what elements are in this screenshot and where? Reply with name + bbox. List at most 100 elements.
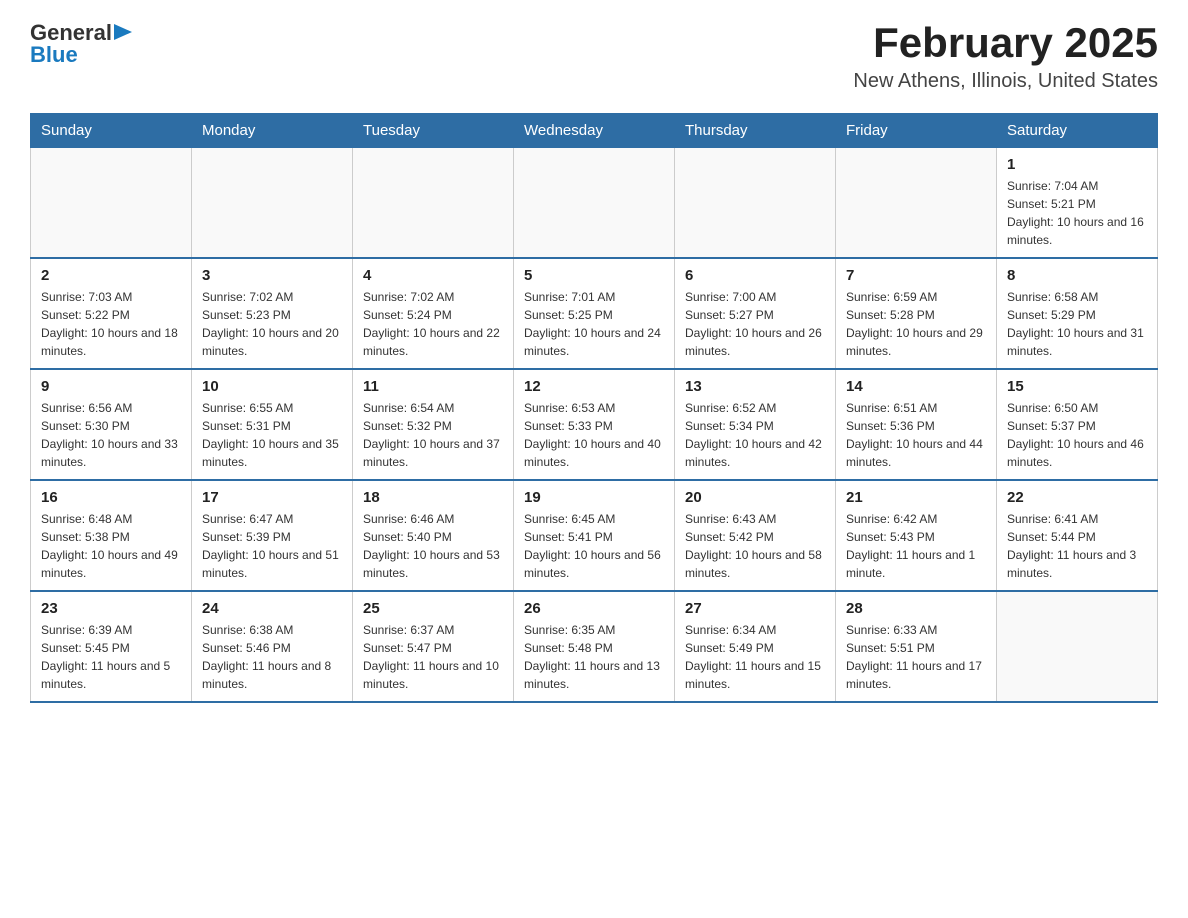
day-info: Sunrise: 6:42 AMSunset: 5:43 PMDaylight:… [846, 512, 975, 580]
calendar-cell: 24 Sunrise: 6:38 AMSunset: 5:46 PMDayligh… [192, 591, 353, 702]
day-info: Sunrise: 6:52 AMSunset: 5:34 PMDaylight:… [685, 401, 822, 469]
day-info: Sunrise: 7:02 AMSunset: 5:23 PMDaylight:… [202, 290, 339, 358]
day-info: Sunrise: 6:54 AMSunset: 5:32 PMDaylight:… [363, 401, 500, 469]
day-info: Sunrise: 6:35 AMSunset: 5:48 PMDaylight:… [524, 623, 660, 691]
calendar-header-sunday: Sunday [31, 114, 192, 148]
day-number: 8 [1007, 267, 1147, 284]
day-number: 9 [41, 378, 181, 395]
day-number: 3 [202, 267, 342, 284]
day-number: 27 [685, 600, 825, 617]
day-number: 22 [1007, 489, 1147, 506]
calendar-header-wednesday: Wednesday [514, 114, 675, 148]
day-info: Sunrise: 6:34 AMSunset: 5:49 PMDaylight:… [685, 623, 821, 691]
day-info: Sunrise: 6:47 AMSunset: 5:39 PMDaylight:… [202, 512, 339, 580]
calendar-cell: 3 Sunrise: 7:02 AMSunset: 5:23 PMDaylight… [192, 258, 353, 369]
calendar-header-saturday: Saturday [997, 114, 1158, 148]
day-info: Sunrise: 7:03 AMSunset: 5:22 PMDaylight:… [41, 290, 178, 358]
day-info: Sunrise: 6:37 AMSunset: 5:47 PMDaylight:… [363, 623, 499, 691]
day-number: 20 [685, 489, 825, 506]
calendar-cell [997, 591, 1158, 702]
calendar-cell: 21 Sunrise: 6:42 AMSunset: 5:43 PMDayligh… [836, 480, 997, 591]
day-info: Sunrise: 6:56 AMSunset: 5:30 PMDaylight:… [41, 401, 178, 469]
day-info: Sunrise: 6:45 AMSunset: 5:41 PMDaylight:… [524, 512, 661, 580]
calendar-cell: 23 Sunrise: 6:39 AMSunset: 5:45 PMDayligh… [31, 591, 192, 702]
day-info: Sunrise: 6:38 AMSunset: 5:46 PMDaylight:… [202, 623, 331, 691]
day-number: 21 [846, 489, 986, 506]
day-info: Sunrise: 6:41 AMSunset: 5:44 PMDaylight:… [1007, 512, 1136, 580]
calendar-cell: 12 Sunrise: 6:53 AMSunset: 5:33 PMDayligh… [514, 369, 675, 480]
calendar-cell: 7Sunrise: 6:59 AMSunset: 5:28 PMDaylight… [836, 258, 997, 369]
calendar-week-row: 23 Sunrise: 6:39 AMSunset: 5:45 PMDayligh… [31, 591, 1158, 702]
day-number: 13 [685, 378, 825, 395]
calendar-week-row: 9 Sunrise: 6:56 AMSunset: 5:30 PMDaylight… [31, 369, 1158, 480]
calendar-week-row: 16 Sunrise: 6:48 AMSunset: 5:38 PMDayligh… [31, 480, 1158, 591]
calendar-cell [514, 148, 675, 259]
calendar-cell: 28 Sunrise: 6:33 AMSunset: 5:51 PMDayligh… [836, 591, 997, 702]
day-info: Sunrise: 6:55 AMSunset: 5:31 PMDaylight:… [202, 401, 339, 469]
calendar-cell: 5 Sunrise: 7:01 AMSunset: 5:25 PMDaylight… [514, 258, 675, 369]
day-number: 5 [524, 267, 664, 284]
day-number: 15 [1007, 378, 1147, 395]
calendar-cell: 17 Sunrise: 6:47 AMSunset: 5:39 PMDayligh… [192, 480, 353, 591]
page-subtitle: New Athens, Illinois, United States [853, 70, 1158, 93]
calendar-cell: 25 Sunrise: 6:37 AMSunset: 5:47 PMDayligh… [353, 591, 514, 702]
calendar-cell: 9 Sunrise: 6:56 AMSunset: 5:30 PMDaylight… [31, 369, 192, 480]
calendar-cell: 10 Sunrise: 6:55 AMSunset: 5:31 PMDayligh… [192, 369, 353, 480]
day-number: 6 [685, 267, 825, 284]
calendar-cell: 1Sunrise: 7:04 AMSunset: 5:21 PMDaylight… [997, 148, 1158, 259]
page-header: General Blue February 2025 New Athens, I… [30, 20, 1158, 93]
day-number: 19 [524, 489, 664, 506]
calendar-cell [353, 148, 514, 259]
calendar-cell: 13 Sunrise: 6:52 AMSunset: 5:34 PMDayligh… [675, 369, 836, 480]
day-info: Sunrise: 6:46 AMSunset: 5:40 PMDaylight:… [363, 512, 500, 580]
calendar-cell: 8 Sunrise: 6:58 AMSunset: 5:29 PMDaylight… [997, 258, 1158, 369]
calendar-cell: 20 Sunrise: 6:43 AMSunset: 5:42 PMDayligh… [675, 480, 836, 591]
calendar-cell: 4 Sunrise: 7:02 AMSunset: 5:24 PMDaylight… [353, 258, 514, 369]
day-info: Sunrise: 6:50 AMSunset: 5:37 PMDaylight:… [1007, 401, 1144, 469]
calendar-cell: 15 Sunrise: 6:50 AMSunset: 5:37 PMDayligh… [997, 369, 1158, 480]
calendar-header-row: SundayMondayTuesdayWednesdayThursdayFrid… [31, 114, 1158, 148]
calendar-header-thursday: Thursday [675, 114, 836, 148]
day-number: 25 [363, 600, 503, 617]
calendar-week-row: 1Sunrise: 7:04 AMSunset: 5:21 PMDaylight… [31, 148, 1158, 259]
calendar-cell [836, 148, 997, 259]
day-info: Sunrise: 6:51 AMSunset: 5:36 PMDaylight:… [846, 401, 983, 469]
calendar-cell: 19 Sunrise: 6:45 AMSunset: 5:41 PMDayligh… [514, 480, 675, 591]
logo: General Blue [30, 20, 132, 68]
calendar-week-row: 2Sunrise: 7:03 AMSunset: 5:22 PMDaylight… [31, 258, 1158, 369]
day-number: 28 [846, 600, 986, 617]
calendar-cell: 27 Sunrise: 6:34 AMSunset: 5:49 PMDayligh… [675, 591, 836, 702]
day-info: Sunrise: 6:48 AMSunset: 5:38 PMDaylight:… [41, 512, 178, 580]
day-number: 12 [524, 378, 664, 395]
day-number: 24 [202, 600, 342, 617]
day-number: 18 [363, 489, 503, 506]
day-info: Sunrise: 7:01 AMSunset: 5:25 PMDaylight:… [524, 290, 661, 358]
calendar-cell [31, 148, 192, 259]
calendar-cell: 26 Sunrise: 6:35 AMSunset: 5:48 PMDayligh… [514, 591, 675, 702]
day-info: Sunrise: 6:39 AMSunset: 5:45 PMDaylight:… [41, 623, 170, 691]
day-number: 16 [41, 489, 181, 506]
title-block: February 2025 New Athens, Illinois, Unit… [853, 20, 1158, 93]
day-number: 23 [41, 600, 181, 617]
day-info: Sunrise: 6:58 AMSunset: 5:29 PMDaylight:… [1007, 290, 1144, 358]
calendar-cell: 2Sunrise: 7:03 AMSunset: 5:22 PMDaylight… [31, 258, 192, 369]
day-number: 1 [1007, 156, 1147, 173]
calendar-cell [192, 148, 353, 259]
day-number: 14 [846, 378, 986, 395]
day-number: 4 [363, 267, 503, 284]
calendar-body: 1Sunrise: 7:04 AMSunset: 5:21 PMDaylight… [31, 148, 1158, 703]
calendar-cell: 16 Sunrise: 6:48 AMSunset: 5:38 PMDayligh… [31, 480, 192, 591]
day-number: 17 [202, 489, 342, 506]
day-info: Sunrise: 7:02 AMSunset: 5:24 PMDaylight:… [363, 290, 500, 358]
day-info: Sunrise: 6:53 AMSunset: 5:33 PMDaylight:… [524, 401, 661, 469]
day-info: Sunrise: 6:33 AMSunset: 5:51 PMDaylight:… [846, 623, 982, 691]
logo-text-blue: Blue [30, 42, 78, 68]
calendar-cell: 6 Sunrise: 7:00 AMSunset: 5:27 PMDaylight… [675, 258, 836, 369]
calendar-cell [675, 148, 836, 259]
day-number: 26 [524, 600, 664, 617]
page-title: February 2025 [853, 20, 1158, 66]
day-number: 10 [202, 378, 342, 395]
calendar-header-monday: Monday [192, 114, 353, 148]
day-info: Sunrise: 6:43 AMSunset: 5:42 PMDaylight:… [685, 512, 822, 580]
day-info: Sunrise: 7:00 AMSunset: 5:27 PMDaylight:… [685, 290, 822, 358]
